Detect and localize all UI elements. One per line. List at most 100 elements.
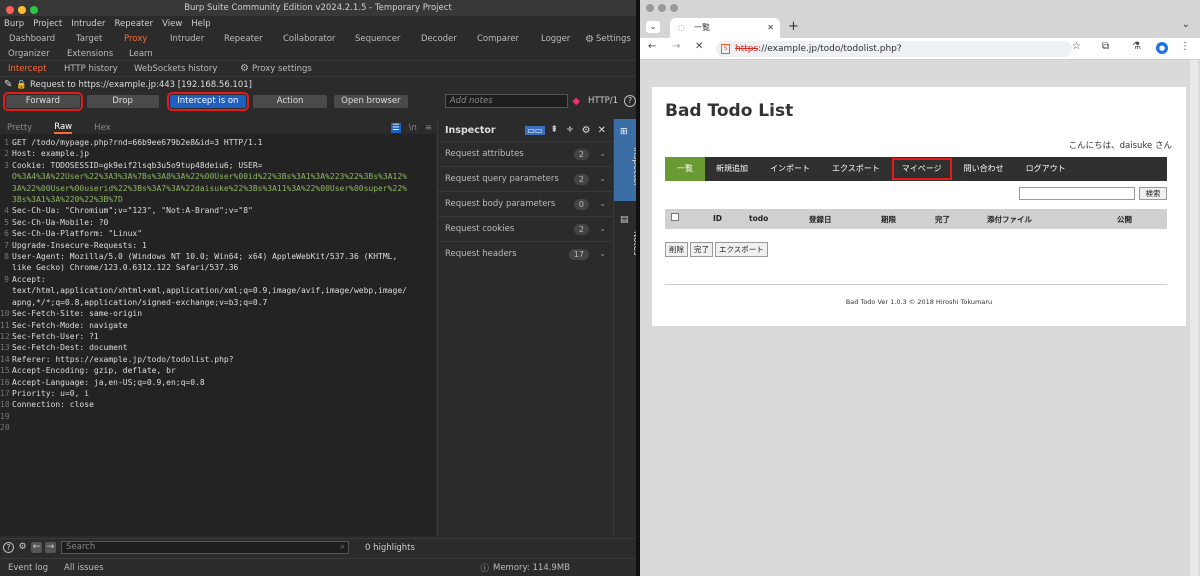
side-tab-notes[interactable]: Notes	[619, 231, 636, 256]
layout-icon[interactable]: ▭▭	[525, 125, 545, 135]
drop-button[interactable]: Drop	[86, 94, 159, 108]
notes-input[interactable]: Add notes	[444, 94, 569, 108]
newline-icon[interactable]: \n	[409, 123, 417, 133]
help-icon[interactable]: ?	[3, 542, 14, 553]
todo-search-input[interactable]	[1019, 187, 1135, 200]
menu-project[interactable]: Project	[33, 19, 62, 29]
tab-extensions[interactable]: Extensions	[67, 49, 129, 59]
tab-intruder[interactable]: Intruder	[170, 34, 224, 44]
bookmark-star-icon[interactable]: ☆	[1072, 41, 1081, 52]
inspector-item-query-params[interactable]: Request query parameters 2 ⌄	[438, 166, 613, 191]
todo-search-button[interactable]: 検索	[1139, 187, 1167, 200]
gear-icon[interactable]: ⚙	[17, 542, 28, 553]
nav-import[interactable]: インポート	[759, 157, 821, 181]
select-all-checkbox[interactable]	[671, 213, 679, 221]
side-tab-inspector[interactable]: Inspector	[619, 147, 636, 187]
intercept-toggle-button[interactable]: Intercept is on	[166, 91, 250, 111]
delete-button[interactable]: 削除	[665, 242, 688, 257]
minimize-window-icon[interactable]	[18, 6, 26, 14]
tab-intercept[interactable]: Intercept	[8, 64, 64, 74]
tab-list-chevron-icon[interactable]: ⌄	[646, 21, 660, 33]
wrap-lines-icon[interactable]: ☰	[390, 122, 401, 133]
stop-loading-icon[interactable]: ✕	[695, 41, 703, 52]
tab-organizer[interactable]: Organizer	[8, 49, 67, 59]
forward-button[interactable]: Forward	[3, 91, 83, 111]
inspector-item-body-params[interactable]: Request body parameters 0 ⌄	[438, 191, 613, 216]
menu-intruder[interactable]: Intruder	[71, 19, 105, 29]
scrollbar[interactable]	[1190, 60, 1198, 576]
inspector-item-attributes[interactable]: Request attributes 2 ⌄	[438, 141, 613, 166]
nav-add[interactable]: 新規追加	[705, 157, 759, 181]
tab-websockets-history[interactable]: WebSockets history	[134, 64, 240, 74]
nav-contact[interactable]: 問い合わせ	[953, 157, 1015, 181]
pencil-icon[interactable]: ✎	[4, 79, 12, 90]
url-field[interactable]: S https://example.jp/todo/todolist.php?	[716, 41, 1072, 57]
tab-http-history[interactable]: HTTP history	[64, 64, 134, 74]
tab-proxy[interactable]: Proxy	[124, 34, 170, 44]
menu-view[interactable]: View	[162, 19, 182, 29]
menu-burp[interactable]: Burp	[4, 19, 24, 29]
not-secure-icon[interactable]: S	[721, 44, 730, 54]
tab-comparer[interactable]: Comparer	[477, 34, 541, 44]
tab-settings[interactable]: Settings	[596, 34, 631, 44]
menu-repeater[interactable]: Repeater	[114, 19, 153, 29]
tab-repeater[interactable]: Repeater	[224, 34, 283, 44]
tab-learn[interactable]: Learn	[129, 49, 153, 59]
forward-arrow-icon[interactable]: →	[672, 41, 680, 52]
highlight-color-icon[interactable]: ◆	[572, 96, 580, 107]
close-icon[interactable]: ✕	[598, 125, 606, 136]
forward-arrow-icon[interactable]: →	[45, 542, 56, 553]
more-menu-icon[interactable]: ⋮	[1180, 41, 1190, 52]
search-icon[interactable]: ⌕	[340, 542, 345, 553]
tab-collaborator[interactable]: Collaborator	[283, 34, 355, 44]
inspector-item-cookies[interactable]: Request cookies 2 ⌄	[438, 216, 613, 241]
tab-decoder[interactable]: Decoder	[421, 34, 477, 44]
all-issues-tab[interactable]: All issues	[64, 563, 104, 573]
maximize-window-icon[interactable]	[30, 6, 38, 14]
inspector-item-headers[interactable]: Request headers 17 ⌄	[438, 241, 613, 266]
chevron-down-icon[interactable]: ⌄	[1182, 19, 1190, 30]
lab-icon[interactable]: ⚗	[1132, 41, 1141, 52]
minimize-window-icon[interactable]	[658, 4, 666, 12]
maximize-window-icon[interactable]	[670, 4, 678, 12]
align-icon[interactable]: ⇞	[551, 125, 559, 135]
new-tab-icon[interactable]: +	[788, 19, 799, 34]
tab-pretty[interactable]: Pretty	[7, 123, 32, 133]
gear-icon[interactable]: ⚙	[582, 125, 591, 136]
profile-avatar-icon[interactable]: ●	[1156, 42, 1168, 54]
event-log-tab[interactable]: Event log	[8, 563, 64, 573]
close-window-icon[interactable]	[646, 4, 654, 12]
nav-logout[interactable]: ログアウト	[1015, 157, 1077, 181]
split-icon[interactable]: ÷	[566, 125, 574, 135]
tab-logger[interactable]: Logger	[541, 34, 585, 44]
gear-icon[interactable]: ⚙	[585, 34, 594, 45]
tab-hex[interactable]: Hex	[94, 123, 111, 133]
nav-mypage[interactable]: マイページ	[891, 157, 953, 181]
open-browser-button[interactable]: Open browser	[333, 94, 408, 108]
back-arrow-icon[interactable]: ←	[648, 41, 656, 52]
close-window-icon[interactable]	[6, 6, 14, 14]
tab-target[interactable]: Target	[76, 34, 124, 44]
help-icon[interactable]: ?	[624, 95, 636, 107]
browser-tab[interactable]: ◌ 一覧 ✕	[670, 18, 780, 38]
nav-export[interactable]: エクスポート	[821, 157, 891, 181]
request-editor[interactable]: Pretty Raw Hex ☰ \n ≡ 1 GET /todo/mypage.…	[0, 121, 436, 536]
extensions-icon[interactable]: ⧉	[1102, 41, 1109, 52]
complete-button[interactable]: 完了	[690, 242, 713, 257]
close-tab-icon[interactable]: ✕	[767, 18, 774, 38]
menu-help[interactable]: Help	[191, 19, 210, 29]
request-code[interactable]: 1 GET /todo/mypage.php?rnd=66b9ee679b2e8&…	[0, 134, 436, 434]
nav-list[interactable]: 一覧	[665, 157, 705, 181]
search-input[interactable]: Search ⌕	[61, 541, 349, 554]
proxy-settings-link[interactable]: Proxy settings	[252, 64, 312, 74]
tab-dashboard[interactable]: Dashboard	[9, 34, 76, 44]
action-button[interactable]: Action	[253, 94, 327, 108]
code-line: text/html,application/xhtml+xml,applicat…	[0, 285, 436, 296]
http-version-label[interactable]: HTTP/1	[588, 96, 618, 106]
tab-raw[interactable]: Raw	[54, 122, 73, 134]
tab-sequencer[interactable]: Sequencer	[355, 34, 421, 44]
export-button[interactable]: エクスポート	[715, 242, 768, 257]
back-arrow-icon[interactable]: ←	[31, 542, 42, 553]
menu-icon[interactable]: ≡	[425, 123, 432, 133]
gear-icon[interactable]: ⚙	[240, 63, 249, 74]
